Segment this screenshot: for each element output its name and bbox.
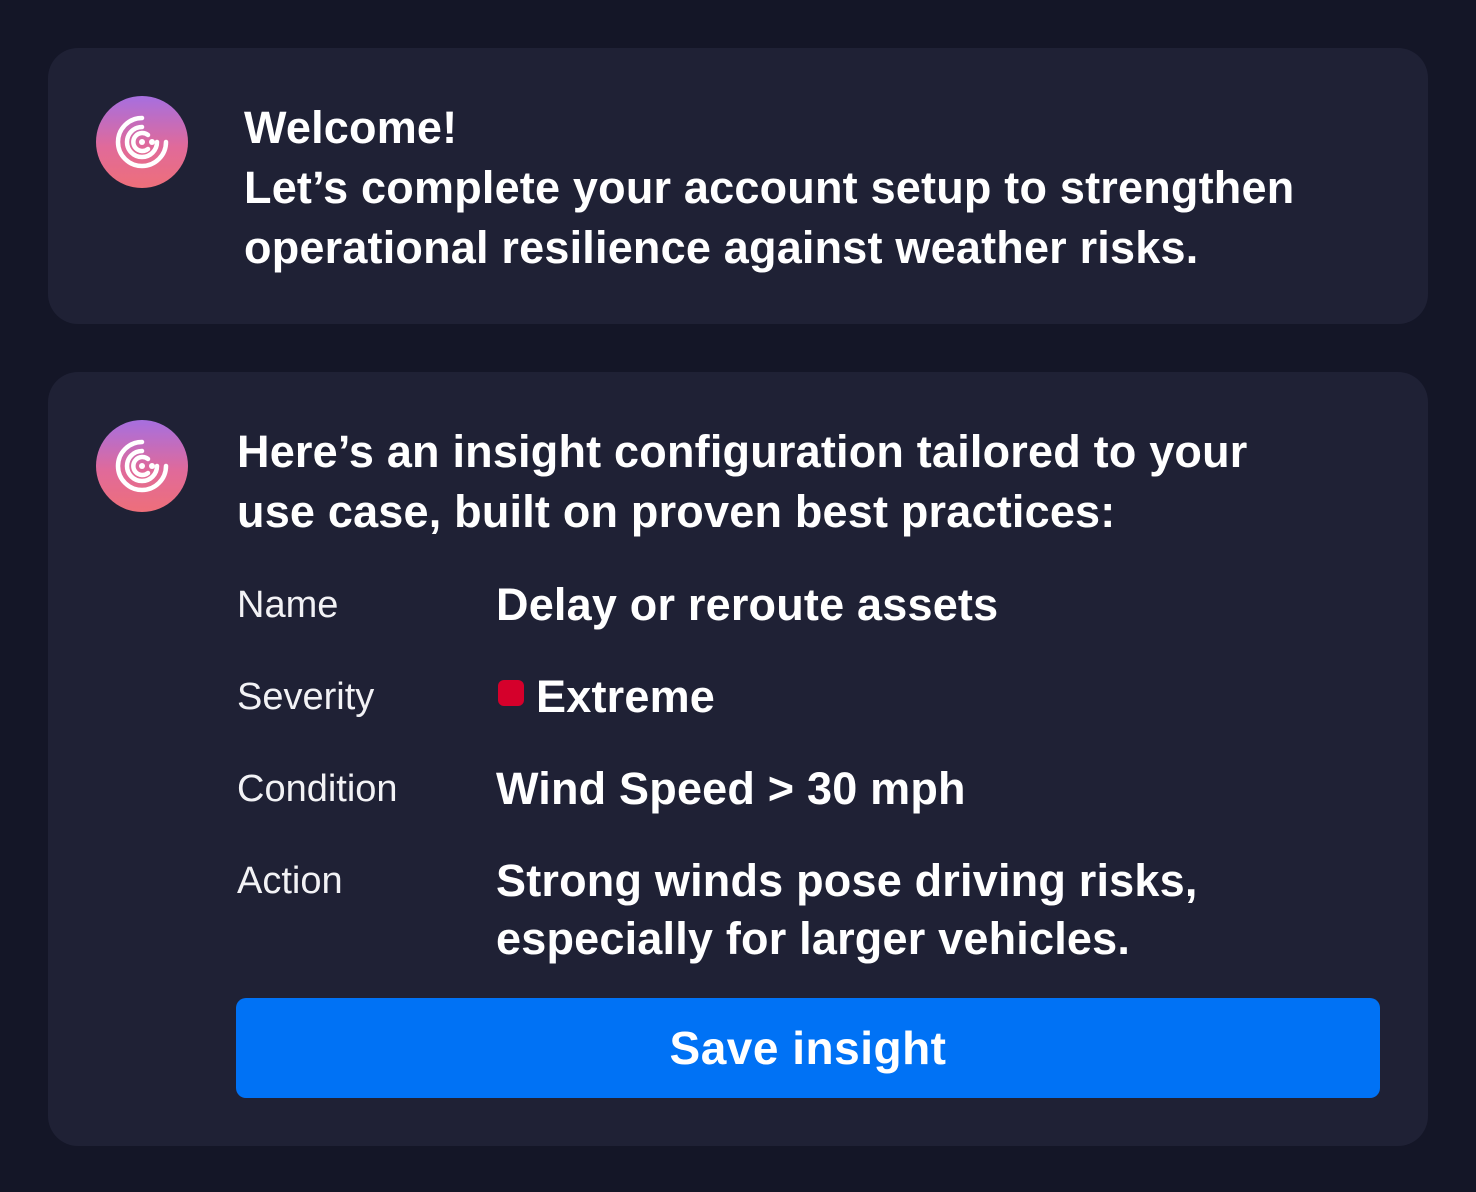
name-value: Delay or reroute assets <box>496 579 999 630</box>
welcome-card: Welcome! Let’s complete your account set… <box>48 48 1428 324</box>
severity-label: Severity <box>237 676 375 718</box>
severity-extreme-icon <box>498 680 524 706</box>
severity-value: Extreme <box>496 668 1356 726</box>
assistant-spiral-icon <box>115 115 169 169</box>
insight-card: Here’s an insight configuration tailored… <box>48 372 1428 1146</box>
action-value-line: Strong winds pose driving risks, <box>496 855 1198 906</box>
save-insight-button[interactable]: Save insight <box>236 998 1380 1098</box>
action-value-line: especially for larger vehicles. <box>496 913 1131 964</box>
insight-intro-line: Here’s an insight configuration tailored… <box>237 426 1248 477</box>
welcome-message: Welcome! Let’s complete your account set… <box>244 98 1394 278</box>
action-label: Action <box>237 860 343 902</box>
severity-value-text: Extreme <box>536 671 716 722</box>
condition-label: Condition <box>237 768 398 810</box>
name-label: Name <box>237 584 339 626</box>
insight-intro: Here’s an insight configuration tailored… <box>237 422 1357 542</box>
welcome-message-line: Let’s complete your account setup to str… <box>244 162 1295 213</box>
welcome-title: Welcome! <box>244 102 458 153</box>
assistant-avatar <box>96 96 188 188</box>
assistant-avatar <box>96 420 188 512</box>
action-value: Strong winds pose driving risks, especia… <box>496 852 1356 968</box>
insight-intro-line: use case, built on proven best practices… <box>237 486 1116 537</box>
assistant-spiral-icon <box>115 439 169 493</box>
condition-value: Wind Speed > 30 mph <box>496 763 966 814</box>
welcome-message-line: operational resilience against weather r… <box>244 222 1199 273</box>
